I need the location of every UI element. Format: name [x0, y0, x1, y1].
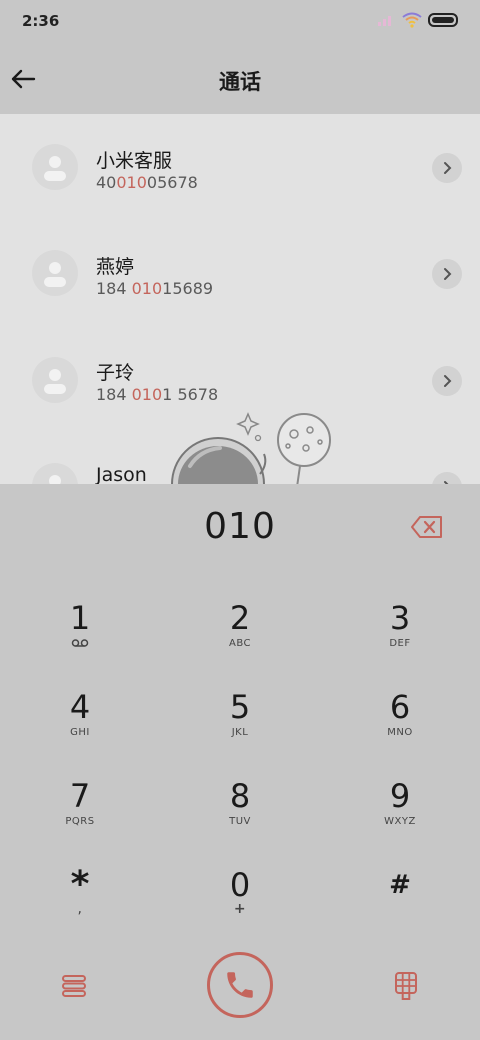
key-digit: 6 [389, 688, 411, 726]
contact-item[interactable]: 燕婷 184 01015689 [0, 220, 480, 326]
key-7[interactable]: 7 PQRS [20, 766, 140, 846]
key-4[interactable]: 4 GHI [20, 677, 140, 757]
key-digit: 9 [389, 777, 411, 815]
contact-number: 4001005678 [96, 173, 198, 192]
app-header: 通话 [0, 44, 480, 114]
number-suffix: 15689 [162, 279, 214, 298]
dialpad-toggle-button[interactable] [384, 966, 428, 1006]
menu-icon [62, 975, 86, 997]
contact-item[interactable]: 小米客服 4001005678 [0, 114, 480, 220]
status-time: 2:36 [22, 12, 60, 30]
key-letters: GHI [70, 727, 90, 738]
contact-detail-button[interactable] [432, 472, 462, 484]
key-letters: ABC [228, 638, 251, 649]
person-icon [44, 262, 66, 287]
key-5[interactable]: 5 JKL [180, 677, 300, 757]
key-letters: WXYZ [384, 816, 416, 827]
key-digit: 7 [69, 777, 91, 815]
contact-number: 184 0101 5678 [96, 385, 218, 404]
key-digit: 5 [229, 688, 251, 726]
key-digit: 8 [229, 777, 251, 815]
contact-detail-button[interactable] [432, 366, 462, 396]
dialpad-panel: 010 1 2 ABC 3 DEF 4 GHI 5 JKL 6 MNO 7 PQ… [0, 484, 480, 1040]
key-letters: , [77, 901, 83, 917]
contact-number: 184 01015689 [96, 279, 213, 298]
key-3[interactable]: 3 DEF [340, 588, 460, 668]
avatar [32, 463, 78, 484]
backspace-button[interactable] [410, 514, 444, 540]
contact-name: 子玲 [96, 362, 135, 384]
key-digit: 2 [229, 599, 251, 637]
chevron-right-icon [444, 375, 452, 387]
key-letters: JKL [231, 727, 249, 738]
person-icon [44, 156, 66, 181]
key-digit: 4 [69, 688, 91, 726]
contact-detail-button[interactable] [432, 153, 462, 183]
chevron-right-icon [444, 162, 452, 174]
contact-detail-button[interactable] [432, 259, 462, 289]
key-letters: + [233, 901, 247, 917]
key-letters: DEF [389, 638, 411, 649]
key-letters: PQRS [65, 816, 95, 827]
dialed-number: 010 [204, 506, 276, 547]
avatar [32, 357, 78, 403]
key-1[interactable]: 1 [20, 588, 140, 668]
number-match: 010 [131, 385, 163, 404]
voicemail-icon [71, 638, 89, 652]
phone-icon [227, 972, 253, 998]
battery-icon [428, 13, 458, 27]
avatar [32, 144, 78, 190]
page-title: 通话 [219, 70, 261, 94]
contact-list: 小米客服 4001005678 燕婷 184 01015689 子玲 184 0… [0, 114, 480, 484]
key-digit: 1 [69, 599, 91, 637]
number-match: 010 [131, 279, 163, 298]
contact-item[interactable]: Jason [0, 432, 480, 484]
key-0[interactable]: 0 + [180, 855, 300, 935]
contact-name: Jason [96, 464, 147, 484]
status-icons [376, 12, 460, 28]
number-match: 010 [116, 173, 147, 192]
contact-name: 燕婷 [96, 256, 135, 278]
key-star[interactable]: * , [20, 855, 140, 935]
key-8[interactable]: 8 TUV [180, 766, 300, 846]
avatar [32, 250, 78, 296]
number-prefix: 40 [96, 173, 117, 192]
person-icon [44, 369, 66, 394]
person-icon [49, 475, 61, 484]
wifi-icon [402, 12, 422, 28]
call-button[interactable] [207, 952, 273, 1018]
key-digit: # [389, 870, 411, 900]
contact-name: 小米客服 [96, 150, 173, 172]
dialpad-icon [395, 972, 417, 1000]
chevron-right-icon [444, 268, 452, 280]
number-suffix: 1 5678 [162, 385, 219, 404]
key-digit: 3 [389, 599, 411, 637]
key-digit: * [70, 864, 90, 905]
key-9[interactable]: 9 WXYZ [340, 766, 460, 846]
signal-icon [378, 16, 391, 26]
backspace-icon [411, 516, 442, 538]
key-6[interactable]: 6 MNO [340, 677, 460, 757]
status-bar: 2:36 [0, 0, 480, 44]
key-letters: MNO [387, 727, 413, 738]
key-letters: TUV [229, 816, 251, 827]
number-prefix: 184 [96, 279, 132, 298]
menu-button[interactable] [52, 966, 96, 1006]
key-2[interactable]: 2 ABC [180, 588, 300, 668]
number-prefix: 184 [96, 385, 132, 404]
key-hash[interactable]: # [340, 855, 460, 935]
number-suffix: 05678 [146, 173, 198, 192]
key-digit: 0 [229, 866, 251, 904]
